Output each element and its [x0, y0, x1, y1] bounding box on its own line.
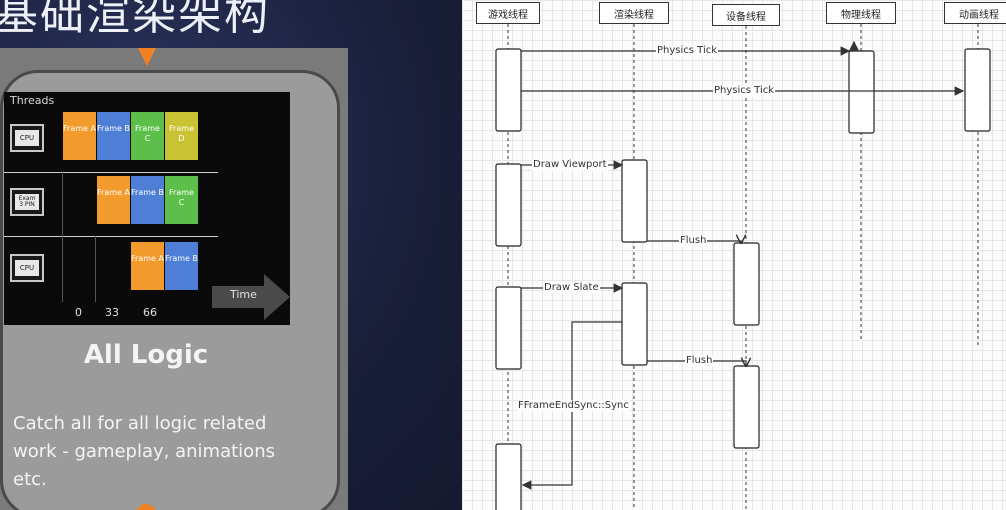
- chip-label: Exam 3 PIN: [15, 194, 39, 210]
- frame-block: Frame B: [97, 112, 130, 160]
- message-label: FFrameEndSync::Sync: [517, 400, 630, 412]
- sequence-diagram: 游戏线程 渲染线程 设备线程 物理线程 动画线程 Physics Tick Ph…: [462, 0, 1006, 510]
- orange-marker-icon: [138, 48, 156, 66]
- frame-block: Frame C: [165, 176, 198, 224]
- message-label: Physics Tick: [656, 45, 719, 57]
- frame-block: Frame D: [165, 112, 198, 160]
- frame-block: Frame A: [97, 176, 130, 224]
- activation-bar: [621, 159, 648, 243]
- activation-bar: [495, 163, 522, 247]
- time-tick: 66: [143, 306, 157, 319]
- chip-label: CPU: [15, 130, 39, 146]
- cpu-chip-icon: CPU: [10, 254, 44, 282]
- message-arrow: [849, 40, 859, 52]
- frame-block: Frame C: [131, 112, 164, 160]
- activation-bar: [495, 48, 522, 132]
- message-label: Flush: [685, 355, 714, 367]
- actor-game-thread: 游戏线程: [476, 2, 540, 24]
- cpu-chip-icon: Exam 3 PIN: [10, 188, 44, 216]
- row-divider: [4, 172, 218, 173]
- frame-block: Frame A: [131, 242, 164, 290]
- time-gridline: [95, 236, 96, 302]
- message-label: Flush: [679, 235, 708, 247]
- time-gridline: [62, 172, 63, 302]
- time-label: Time: [230, 288, 257, 301]
- activation-bar: [495, 443, 522, 510]
- time-tick: 33: [105, 306, 119, 319]
- row-divider: [4, 236, 218, 237]
- card-description: Catch all for all logic related work - g…: [13, 413, 275, 490]
- message-label: Draw Viewport: [532, 159, 608, 171]
- actor-render-thread: 渲染线程: [599, 2, 669, 24]
- cpu-chip-icon: CPU: [10, 124, 44, 152]
- actor-animation-thread: 动画线程: [944, 2, 1006, 24]
- message-label: Draw Slate: [543, 282, 600, 294]
- activation-bar: [848, 50, 875, 134]
- activation-bar: [733, 365, 760, 449]
- activation-bar: [495, 286, 522, 370]
- slide-title: 基础渲染架构: [0, 0, 270, 40]
- actor-device-thread: 设备线程: [712, 4, 780, 26]
- time-tick: 0: [75, 306, 82, 319]
- card-heading: All Logic: [83, 340, 209, 370]
- actor-physics-thread: 物理线程: [826, 2, 896, 24]
- message-label: Physics Tick: [713, 85, 776, 97]
- activation-bar: [621, 282, 648, 366]
- frame-block: Frame B: [131, 176, 164, 224]
- frame-block: Frame B: [165, 242, 198, 290]
- frame-block: Frame A: [63, 112, 96, 160]
- presentation-slide: 基础渲染架构 Threads CPU Exam 3 PIN CPU Frame …: [0, 0, 462, 510]
- activation-bar: [733, 242, 760, 326]
- threads-panel: Threads CPU Exam 3 PIN CPU Frame A Frame…: [4, 92, 290, 325]
- threads-label: Threads: [10, 94, 55, 107]
- activation-bar: [964, 48, 991, 132]
- diagram-canvas: [495, 24, 991, 510]
- chip-label: CPU: [15, 260, 39, 276]
